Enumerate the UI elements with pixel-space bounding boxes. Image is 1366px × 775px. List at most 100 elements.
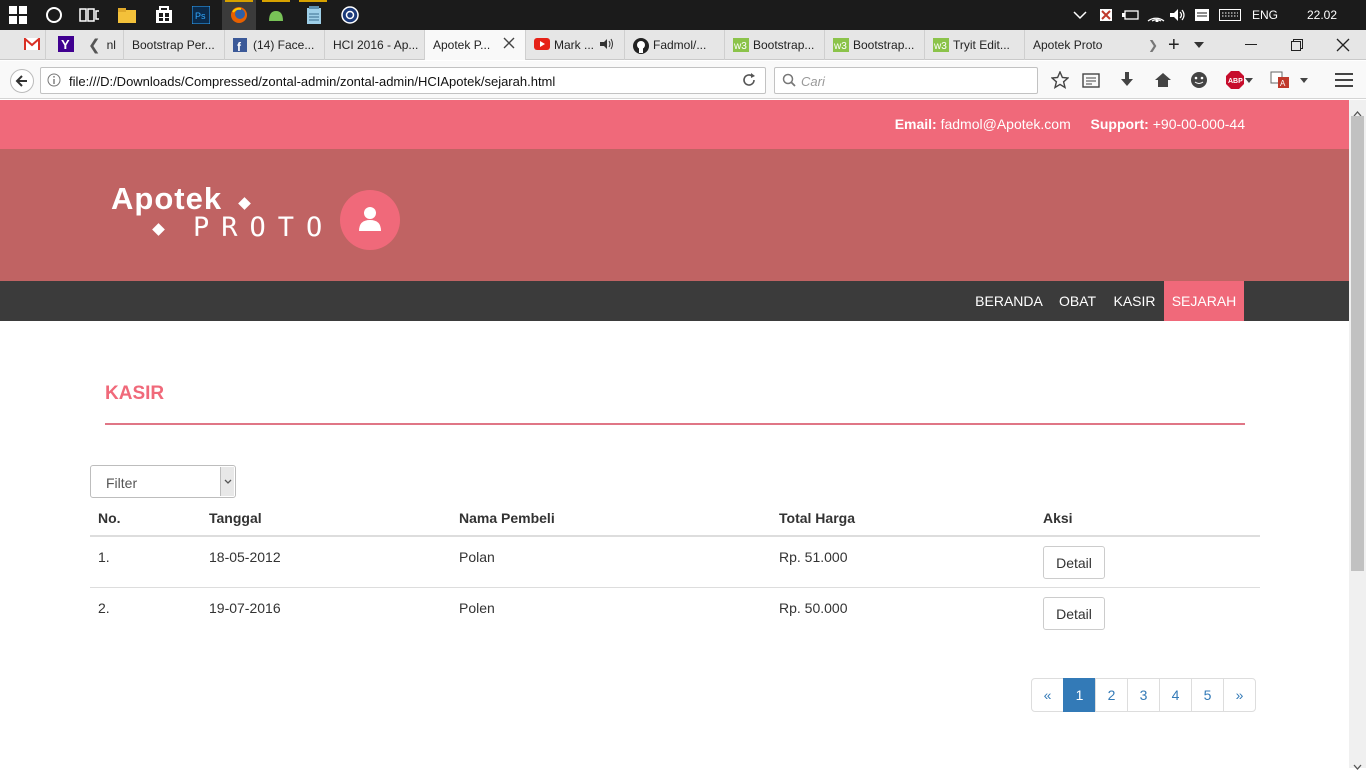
download-icon[interactable] <box>1117 70 1137 90</box>
file-explorer-icon[interactable] <box>117 5 137 25</box>
close-window-icon[interactable] <box>1320 30 1366 60</box>
store-icon[interactable] <box>154 5 174 25</box>
tray-security-icon[interactable] <box>1098 0 1114 30</box>
battery-icon[interactable] <box>1122 0 1140 30</box>
toolbar-dropdown-icon[interactable] <box>1297 70 1311 90</box>
detail-button[interactable]: Detail <box>1043 546 1105 579</box>
reading-list-icon[interactable] <box>1081 70 1101 90</box>
keyboard-icon[interactable] <box>1219 0 1241 30</box>
taskbar-running-indicator-2 <box>299 0 327 2</box>
tab-label: Apotek Proto <box>1033 38 1103 52</box>
translate-icon[interactable]: A <box>1270 70 1290 90</box>
tab-apotek-proto[interactable]: Apotek Proto <box>1025 30 1135 60</box>
pagination-next[interactable]: » <box>1223 678 1256 712</box>
chevron-right-icon[interactable]: ❯ <box>1140 30 1158 60</box>
user-icon <box>358 206 382 237</box>
taskbar-active-indicator <box>225 0 253 2</box>
menu-item-sejarah[interactable]: SEJARAH <box>1164 281 1244 321</box>
menu-item-kasir[interactable]: KASIR <box>1105 281 1164 321</box>
close-tab-icon[interactable] <box>503 37 515 52</box>
svg-text:Ps: Ps <box>195 11 206 21</box>
tab-youtube[interactable]: Mark ... <box>526 30 625 60</box>
contact-bar: Email: fadmol@Apotek.com Support: +90-00… <box>0 100 1349 149</box>
yahoo-icon: Y <box>58 35 74 55</box>
chevron-down-icon[interactable] <box>220 467 234 496</box>
pagination-page-2[interactable]: 2 <box>1095 678 1128 712</box>
tab-bootstrap-1[interactable]: Bootstrap Per... <box>124 30 225 60</box>
tray-chevron-icon[interactable] <box>1073 0 1087 30</box>
column-header-aksi: Aksi <box>1043 510 1073 526</box>
tab-list-dropdown-icon[interactable] <box>1186 30 1206 60</box>
scroll-down-arrow-icon[interactable] <box>1353 757 1362 775</box>
pagination-page-1[interactable]: 1 <box>1063 678 1096 712</box>
new-tab-icon[interactable]: + <box>1160 30 1188 60</box>
adblock-dropdown-icon[interactable] <box>1244 70 1254 90</box>
page-scrollbar[interactable] <box>1349 100 1366 770</box>
tab-bootstrap-3[interactable]: w3 Bootstrap... <box>825 30 925 60</box>
tab-scroll-left[interactable]: ❮ nl <box>80 30 124 60</box>
github-icon <box>633 38 649 54</box>
cell-total: Rp. 50.000 <box>779 600 848 616</box>
url-text[interactable]: file:///D:/Downloads/Compressed/zontal-a… <box>69 74 555 89</box>
tab-apotek-active[interactable]: Apotek P... <box>424 30 526 60</box>
tab-yahoo[interactable]: Y <box>52 30 78 60</box>
scrollbar-thumb[interactable] <box>1351 116 1364 571</box>
search-bar[interactable]: Cari <box>774 67 1038 94</box>
site-header: Apotek PROTO <box>0 149 1349 281</box>
tab-gmail[interactable] <box>18 30 46 60</box>
email-value[interactable]: fadmol@Apotek.com <box>941 116 1071 132</box>
volume-icon[interactable] <box>1169 0 1187 30</box>
cell-nama: Polan <box>459 549 495 565</box>
reload-icon[interactable] <box>739 70 759 90</box>
table-row: 2. 19-07-2016 Polen Rp. 50.000 Detail <box>90 588 1260 639</box>
info-icon[interactable] <box>47 73 61 92</box>
restore-icon[interactable] <box>1274 30 1320 60</box>
column-header-no: No. <box>98 510 121 526</box>
wifi-icon[interactable] <box>1147 0 1165 30</box>
adblock-plus-icon[interactable]: ABP <box>1225 70 1245 90</box>
bookmark-star-icon[interactable] <box>1050 70 1070 90</box>
menu-item-beranda[interactable]: BERANDA <box>968 281 1050 321</box>
hello-chat-icon[interactable] <box>1189 70 1209 90</box>
detail-button[interactable]: Detail <box>1043 597 1105 630</box>
svg-text:Y: Y <box>61 37 70 52</box>
speaker-icon[interactable] <box>600 38 614 53</box>
main-menu: BERANDA OBAT KASIR SEJARAH <box>0 281 1349 321</box>
column-header-nama-pembeli: Nama Pembeli <box>459 510 555 526</box>
windows-start-icon[interactable] <box>8 5 28 25</box>
back-arrow-icon[interactable] <box>10 69 34 93</box>
chevron-left-icon: ❮ <box>88 37 101 54</box>
firefox-icon[interactable] <box>229 5 249 25</box>
url-bar[interactable]: file:///D:/Downloads/Compressed/zontal-a… <box>40 67 766 94</box>
cell-no: 2. <box>98 600 110 616</box>
notepad-icon[interactable] <box>304 5 324 25</box>
android-studio-icon[interactable] <box>266 5 286 25</box>
action-center-icon[interactable] <box>1194 0 1210 30</box>
filter-select[interactable]: Filter <box>90 465 236 498</box>
hamburger-menu-icon[interactable] <box>1334 70 1354 90</box>
pagination: « 1 2 3 4 5 » <box>1031 678 1256 712</box>
app-globe-icon[interactable] <box>340 5 360 25</box>
task-view-icon[interactable] <box>79 5 99 25</box>
user-avatar[interactable] <box>340 190 400 250</box>
pagination-prev[interactable]: « <box>1031 678 1064 712</box>
home-icon[interactable] <box>1153 70 1173 90</box>
pagination-page-4[interactable]: 4 <box>1159 678 1192 712</box>
cell-no: 1. <box>98 549 110 565</box>
tab-hci[interactable]: HCI 2016 - Ap... <box>325 30 425 60</box>
tab-facebook[interactable]: f (14) Face... <box>225 30 325 60</box>
pagination-page-3[interactable]: 3 <box>1127 678 1160 712</box>
menu-item-obat[interactable]: OBAT <box>1050 281 1105 321</box>
photoshop-icon[interactable]: Ps <box>191 5 211 25</box>
tab-github[interactable]: Fadmol/... <box>625 30 725 60</box>
tray-language[interactable]: ENG <box>1252 0 1278 30</box>
cortana-search-icon[interactable] <box>44 5 64 25</box>
column-header-total-harga: Total Harga <box>779 510 855 526</box>
minimize-icon[interactable] <box>1228 30 1274 60</box>
tray-clock[interactable]: 22.02 <box>1307 0 1337 30</box>
tab-label: nl <box>106 38 116 52</box>
tab-bootstrap-2[interactable]: w3 Bootstrap... <box>725 30 825 60</box>
adblock-plus-label: ABP <box>1228 78 1243 85</box>
pagination-page-5[interactable]: 5 <box>1191 678 1224 712</box>
tab-tryit[interactable]: w3 Tryit Edit... <box>925 30 1025 60</box>
